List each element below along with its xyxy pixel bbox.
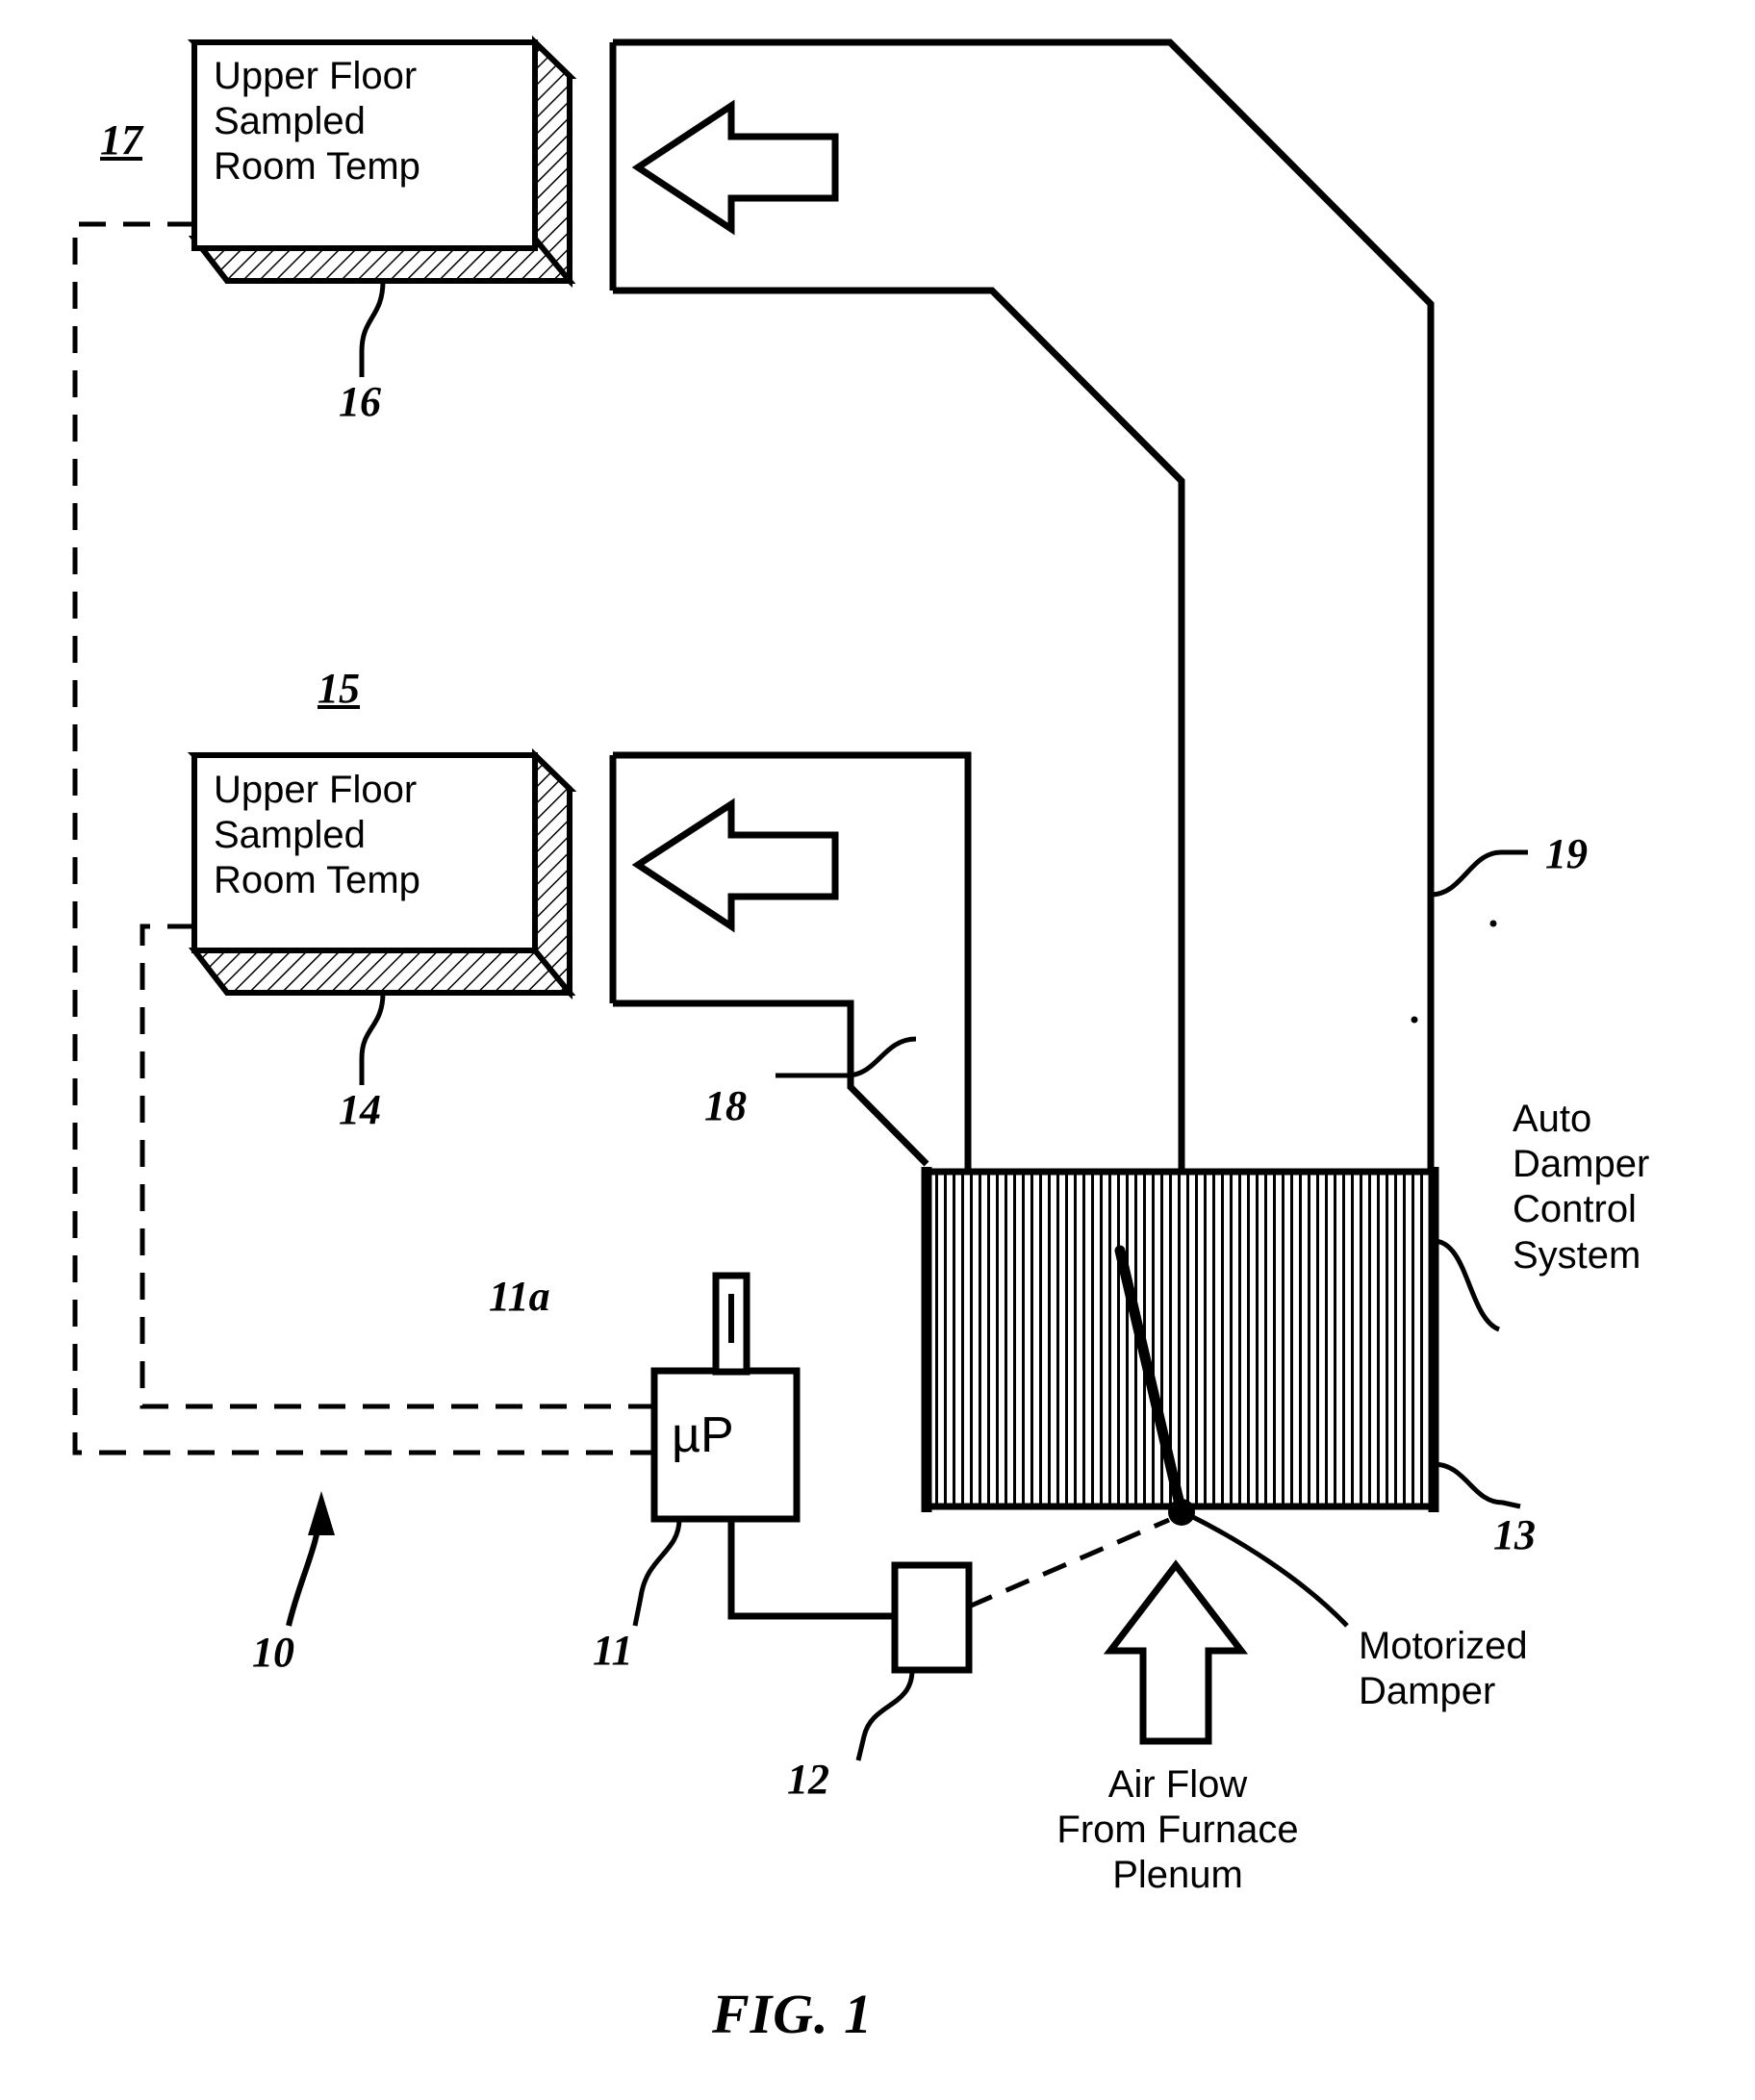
scan-speck xyxy=(1489,920,1497,927)
leader-16 xyxy=(359,280,386,377)
ref-11: 11 xyxy=(593,1627,633,1674)
lower-duct xyxy=(609,751,972,1178)
sensor-box-17-label: Upper Floor Sampled Room Temp xyxy=(214,55,420,189)
leader-14 xyxy=(359,992,386,1085)
leader-13 xyxy=(1433,1461,1521,1509)
diagram-canvas xyxy=(72,35,1528,1761)
auto-damper-control-system-label: Auto Damper Control System xyxy=(1513,1098,1650,1277)
figure-caption: FIG. 1 xyxy=(712,1983,874,2045)
sensor-box-15-label: Upper Floor Sampled Room Temp xyxy=(214,769,420,902)
upper-duct xyxy=(609,38,1435,1178)
air-flow-label: Air Flow From Furnace Plenum xyxy=(1056,1763,1299,1897)
ref-11a: 11a xyxy=(489,1273,550,1320)
ref-13: 13 xyxy=(1493,1511,1536,1558)
motorized-damper-label: Motorized Damper xyxy=(1359,1625,1528,1713)
microprocessor-relay-wire xyxy=(727,1519,895,1620)
leader-19 xyxy=(1430,849,1528,898)
patent-figure: Upper Floor Sampled Room Temp 17 16 15 U… xyxy=(0,0,1755,2100)
leader-12 xyxy=(855,1669,915,1761)
microprocessor-box xyxy=(650,1272,801,1523)
ref-10: 10 xyxy=(252,1629,294,1676)
leader-18 xyxy=(776,1036,917,1078)
ref-16: 16 xyxy=(339,378,381,425)
overall-ref-arrow xyxy=(286,1491,335,1627)
microprocessor-label: µP xyxy=(672,1407,734,1463)
ref-15: 15 xyxy=(318,665,360,712)
ref-19: 19 xyxy=(1545,830,1588,877)
relay-damper-link xyxy=(968,1517,1170,1609)
scan-speck xyxy=(1411,1016,1418,1024)
ref-14: 14 xyxy=(339,1086,381,1133)
leader-11 xyxy=(632,1518,682,1627)
ref-18: 18 xyxy=(704,1082,747,1129)
ref-17: 17 xyxy=(100,116,142,164)
air-flow-arrow xyxy=(1103,1559,1249,1745)
damper-housing xyxy=(921,1167,1439,1512)
relay-box xyxy=(891,1561,973,1674)
leader-auto-damper-control-system xyxy=(1433,1238,1501,1332)
ref-12: 12 xyxy=(787,1756,829,1803)
upper-duct-flow-arrow xyxy=(631,99,839,236)
lower-duct-flow-arrow xyxy=(631,797,839,933)
